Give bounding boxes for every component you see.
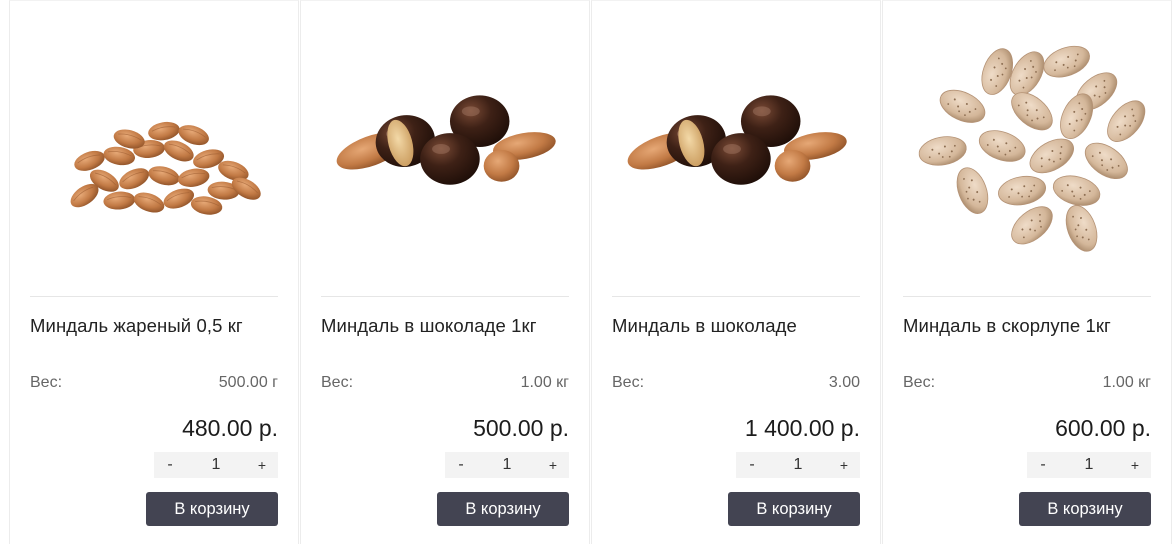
product-price: 600.00 р.: [1055, 415, 1151, 441]
divider: [612, 296, 860, 297]
product-price: 1 400.00 р.: [744, 415, 860, 441]
add-to-cart-button[interactable]: В корзину: [1019, 492, 1151, 526]
add-to-cart-button[interactable]: В корзину: [728, 492, 860, 526]
qty-input[interactable]: 1: [477, 456, 537, 474]
qty-decrease-button[interactable]: -: [736, 456, 768, 474]
qty-input[interactable]: 1: [186, 456, 246, 474]
product-image-roasted-almonds[interactable]: [30, 11, 278, 281]
roasted-almonds-image: [66, 119, 265, 218]
qty-increase-button[interactable]: +: [1119, 457, 1151, 473]
weight-value: 3.00: [828, 374, 860, 391]
qty-decrease-button[interactable]: -: [1027, 456, 1059, 474]
product-card: Миндаль в скорлупе 1кг Вес: 1.00 кг 600.…: [882, 0, 1172, 544]
chocolate-almonds-image: [627, 95, 847, 185]
qty-input[interactable]: 1: [1059, 456, 1119, 474]
divider: [903, 296, 1151, 297]
add-to-cart-button[interactable]: В корзину: [437, 492, 569, 526]
add-to-cart-button[interactable]: В корзину: [146, 492, 278, 526]
product-image-chocolate-almonds[interactable]: [321, 11, 569, 281]
quantity-stepper: - 1 +: [736, 452, 860, 478]
weight-label: Вес:: [30, 374, 63, 391]
weight-value: 1.00 кг: [520, 374, 569, 391]
product-image-chocolate-almonds[interactable]: [612, 11, 860, 281]
product-title[interactable]: Миндаль в скорлупе 1кг: [903, 315, 1151, 337]
divider: [321, 296, 569, 297]
weight-label: Вес:: [903, 374, 936, 391]
quantity-stepper: - 1 +: [1027, 452, 1151, 478]
product-card: Миндаль в шоколаде Вес: 3.00 1 400.00 р.…: [591, 0, 881, 544]
product-card: Миндаль в шоколаде 1кг Вес: 1.00 кг 500.…: [300, 0, 590, 544]
product-image-almonds-in-shell[interactable]: [903, 11, 1151, 281]
qty-input[interactable]: 1: [768, 456, 828, 474]
weight-value: 1.00 кг: [1102, 374, 1151, 391]
chocolate-almonds-image: [336, 95, 556, 185]
product-price: 480.00 р.: [182, 415, 278, 441]
weight-label: Вес:: [321, 374, 354, 391]
product-price: 500.00 р.: [473, 415, 569, 441]
quantity-stepper: - 1 +: [154, 452, 278, 478]
product-title[interactable]: Миндаль в шоколаде: [612, 315, 860, 337]
product-card: Миндаль жареный 0,5 кг Вес: 500.00 г 480…: [9, 0, 299, 544]
weight-value: 500.00 г: [218, 374, 278, 391]
almonds-in-shell-image: [916, 39, 1151, 256]
qty-decrease-button[interactable]: -: [445, 456, 477, 474]
weight-label: Вес:: [612, 374, 645, 391]
product-title[interactable]: Миндаль в шоколаде 1кг: [321, 315, 569, 337]
product-title[interactable]: Миндаль жареный 0,5 кг: [30, 315, 278, 337]
qty-increase-button[interactable]: +: [246, 457, 278, 473]
qty-decrease-button[interactable]: -: [154, 456, 186, 474]
qty-increase-button[interactable]: +: [537, 457, 569, 473]
product-grid: Миндаль жареный 0,5 кг Вес: 500.00 г 480…: [0, 0, 1174, 544]
qty-increase-button[interactable]: +: [828, 457, 860, 473]
quantity-stepper: - 1 +: [445, 452, 569, 478]
divider: [30, 296, 278, 297]
